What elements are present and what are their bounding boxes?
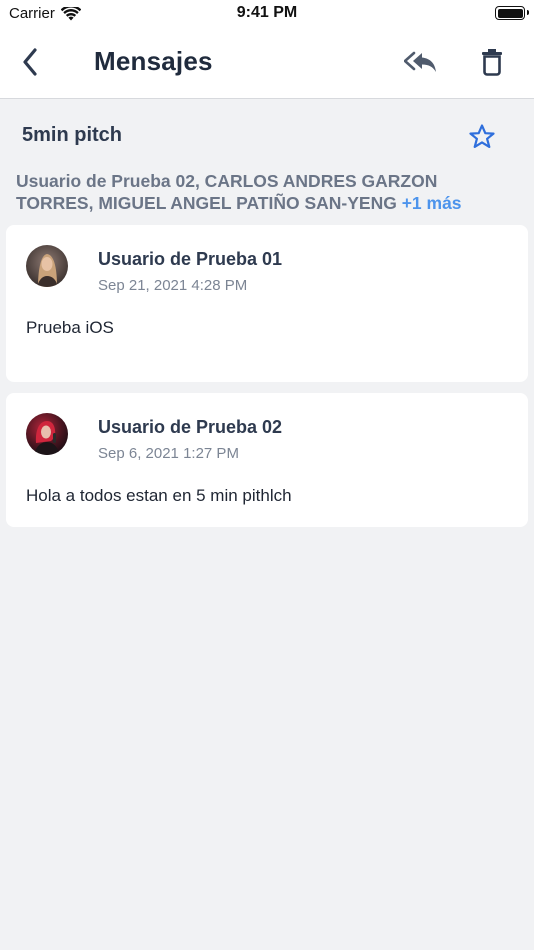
clock: 9:41 PM bbox=[236, 4, 298, 21]
thread-subject: 5min pitch bbox=[22, 124, 123, 146]
star-icon bbox=[469, 123, 495, 148]
trash-icon bbox=[482, 49, 502, 76]
thread-header: 5min pitch bbox=[22, 122, 512, 150]
star-button[interactable] bbox=[468, 122, 496, 150]
chevron-left-icon bbox=[23, 48, 37, 76]
reply-all-button[interactable] bbox=[400, 46, 442, 78]
recipients-names: Usuario de Prueba 02, CARLOS ANDRES GARZ… bbox=[16, 171, 438, 213]
message-card[interactable]: Usuario de Prueba 02 Sep 6, 2021 1:27 PM… bbox=[6, 393, 528, 527]
navigation-bar: Mensajes bbox=[0, 28, 534, 99]
battery-icon bbox=[495, 6, 529, 20]
message-body: Hola a todos estan en 5 min pithlch bbox=[26, 486, 292, 505]
sender-name: Usuario de Prueba 02 bbox=[98, 417, 283, 437]
avatar bbox=[26, 245, 68, 287]
message-card[interactable]: Usuario de Prueba 01 Sep 21, 2021 4:28 P… bbox=[6, 225, 528, 382]
sender-name: Usuario de Prueba 01 bbox=[98, 249, 283, 269]
back-button[interactable] bbox=[14, 46, 46, 78]
message-date: Sep 6, 2021 1:27 PM bbox=[98, 445, 239, 462]
recipients-list: Usuario de Prueba 02, CARLOS ANDRES GARZ… bbox=[16, 170, 516, 214]
reply-all-icon bbox=[404, 51, 436, 72]
message-body: Prueba iOS bbox=[26, 318, 114, 337]
message-date: Sep 21, 2021 4:28 PM bbox=[98, 277, 248, 294]
more-recipients-link[interactable]: +1 más bbox=[402, 193, 462, 213]
delete-button[interactable] bbox=[476, 44, 508, 80]
avatar bbox=[26, 413, 68, 455]
status-bar: Carrier 9:41 PM bbox=[0, 0, 534, 28]
page-title: Mensajes bbox=[94, 46, 213, 76]
